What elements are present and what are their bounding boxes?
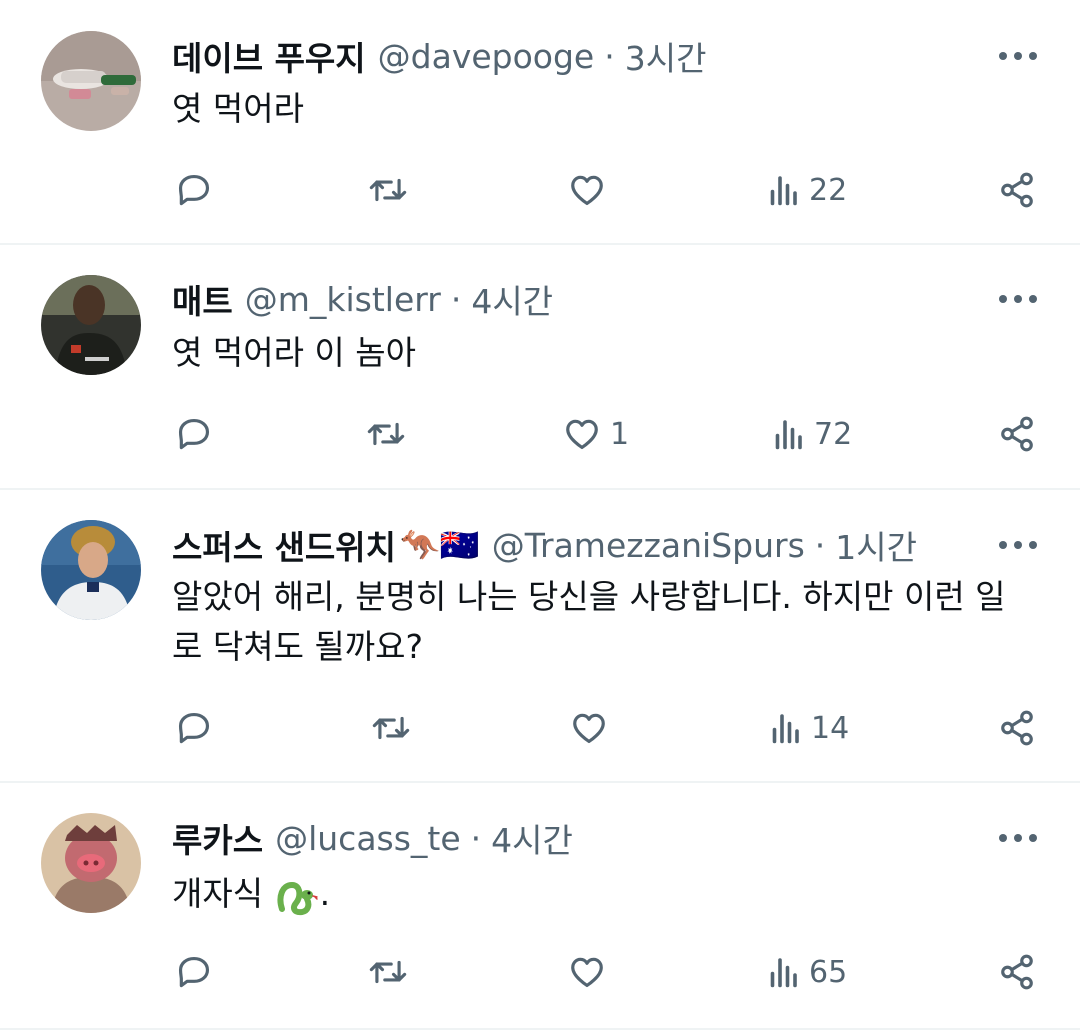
reply-button[interactable]	[175, 709, 213, 747]
tweet-text-suffix: .	[319, 874, 331, 913]
retweet-button[interactable]	[367, 171, 409, 209]
views-button[interactable]: 65	[765, 953, 847, 991]
view-count: 72	[814, 416, 853, 452]
tweet-text: 엿 먹어라 이 놈아	[172, 333, 416, 372]
user-handle[interactable]: @m_kistlerr	[245, 280, 441, 319]
avatar[interactable]	[41, 275, 141, 375]
reply-icon	[178, 956, 210, 988]
like-button[interactable]	[567, 953, 615, 991]
retweet-icon	[369, 178, 407, 202]
avatar[interactable]	[41, 813, 141, 913]
views-button[interactable]: 22	[765, 171, 847, 209]
retweet-icon	[369, 960, 407, 984]
reply-button[interactable]	[175, 171, 213, 209]
tweet-text: 개자식	[172, 874, 264, 913]
heart-icon	[571, 175, 603, 206]
tweet[interactable]: 데이브 푸우지 @davepooge · 3시간 엿 먹어라 22	[0, 0, 1080, 245]
display-name[interactable]: 데이브 푸우지	[172, 32, 366, 80]
separator: ·	[450, 279, 462, 319]
heart-icon	[566, 419, 598, 450]
like-button[interactable]: 1	[562, 415, 629, 453]
share-button[interactable]	[998, 415, 1036, 453]
tweet-text-line: 개자식 .	[172, 869, 1022, 919]
separator: ·	[814, 525, 826, 565]
user-handle[interactable]: @lucass_te	[275, 819, 461, 858]
tweet[interactable]: 매트 @m_kistlerr · 4시간 엿 먹어라 이 놈아 1 72	[0, 245, 1080, 490]
like-button[interactable]	[567, 171, 615, 209]
share-button[interactable]	[998, 953, 1036, 991]
tweet-text: 엿 먹어라	[172, 89, 304, 128]
reply-icon	[178, 418, 210, 450]
more-icon[interactable]	[999, 293, 1037, 305]
retweet-button[interactable]	[367, 953, 409, 991]
avatar[interactable]	[41, 31, 141, 131]
share-icon	[1001, 172, 1033, 208]
share-icon	[1001, 710, 1033, 746]
timestamp[interactable]: 4시간	[471, 275, 553, 323]
share-icon	[1001, 954, 1033, 990]
heart-icon	[573, 713, 605, 744]
display-name[interactable]: 루카스	[172, 814, 263, 862]
snake-emoji-icon	[277, 881, 318, 915]
heart-icon	[571, 957, 603, 988]
like-button[interactable]	[569, 709, 617, 747]
profile-emoji-badges: 🦘🇦🇺	[400, 526, 480, 564]
reply-icon	[178, 712, 210, 744]
share-icon	[1001, 416, 1033, 452]
view-count: 22	[809, 172, 848, 208]
display-name[interactable]: 매트	[172, 275, 233, 323]
share-button[interactable]	[998, 709, 1036, 747]
retweet-button[interactable]	[365, 415, 407, 453]
separator: ·	[604, 36, 615, 76]
retweet-icon	[367, 422, 405, 446]
views-icon	[775, 420, 802, 450]
more-icon[interactable]	[999, 539, 1037, 551]
avatar[interactable]	[41, 520, 141, 620]
display-name[interactable]: 스퍼스 샌드위치	[172, 521, 396, 569]
tweet[interactable]: 루카스 @lucass_te · 4시간 개자식 . 65	[0, 783, 1080, 1030]
tweet[interactable]: 스퍼스 샌드위치 🦘🇦🇺 @TramezzaniSpurs · 1시간 알았어 …	[0, 490, 1080, 783]
tweet-text: 알았어 해리, 분명히 나는 당신을 사랑합니다. 하지만 이런 일로 닥쳐도 …	[172, 577, 1006, 666]
views-button[interactable]: 14	[767, 709, 849, 747]
timestamp[interactable]: 4시간	[491, 814, 573, 862]
reply-button[interactable]	[175, 953, 213, 991]
view-count: 65	[809, 954, 848, 990]
retweet-icon	[372, 716, 410, 740]
retweet-button[interactable]	[370, 709, 412, 747]
views-button[interactable]: 72	[770, 415, 852, 453]
share-button[interactable]	[998, 171, 1036, 209]
views-icon	[770, 176, 797, 206]
timestamp[interactable]: 1시간	[835, 521, 917, 569]
view-count: 14	[811, 710, 850, 746]
more-icon[interactable]	[999, 50, 1037, 62]
user-handle[interactable]: @davepooge	[378, 37, 595, 76]
timestamp[interactable]: 3시간	[625, 32, 707, 80]
reply-icon	[178, 174, 210, 206]
separator: ·	[470, 818, 482, 858]
reply-button[interactable]	[175, 415, 213, 453]
more-icon[interactable]	[999, 832, 1037, 844]
like-count: 1	[610, 416, 630, 452]
user-handle[interactable]: @TramezzaniSpurs	[492, 526, 805, 565]
reply-feed: 데이브 푸우지 @davepooge · 3시간 엿 먹어라 22 매트 @m_…	[0, 0, 1080, 1030]
views-icon	[770, 958, 797, 988]
views-icon	[772, 714, 799, 744]
